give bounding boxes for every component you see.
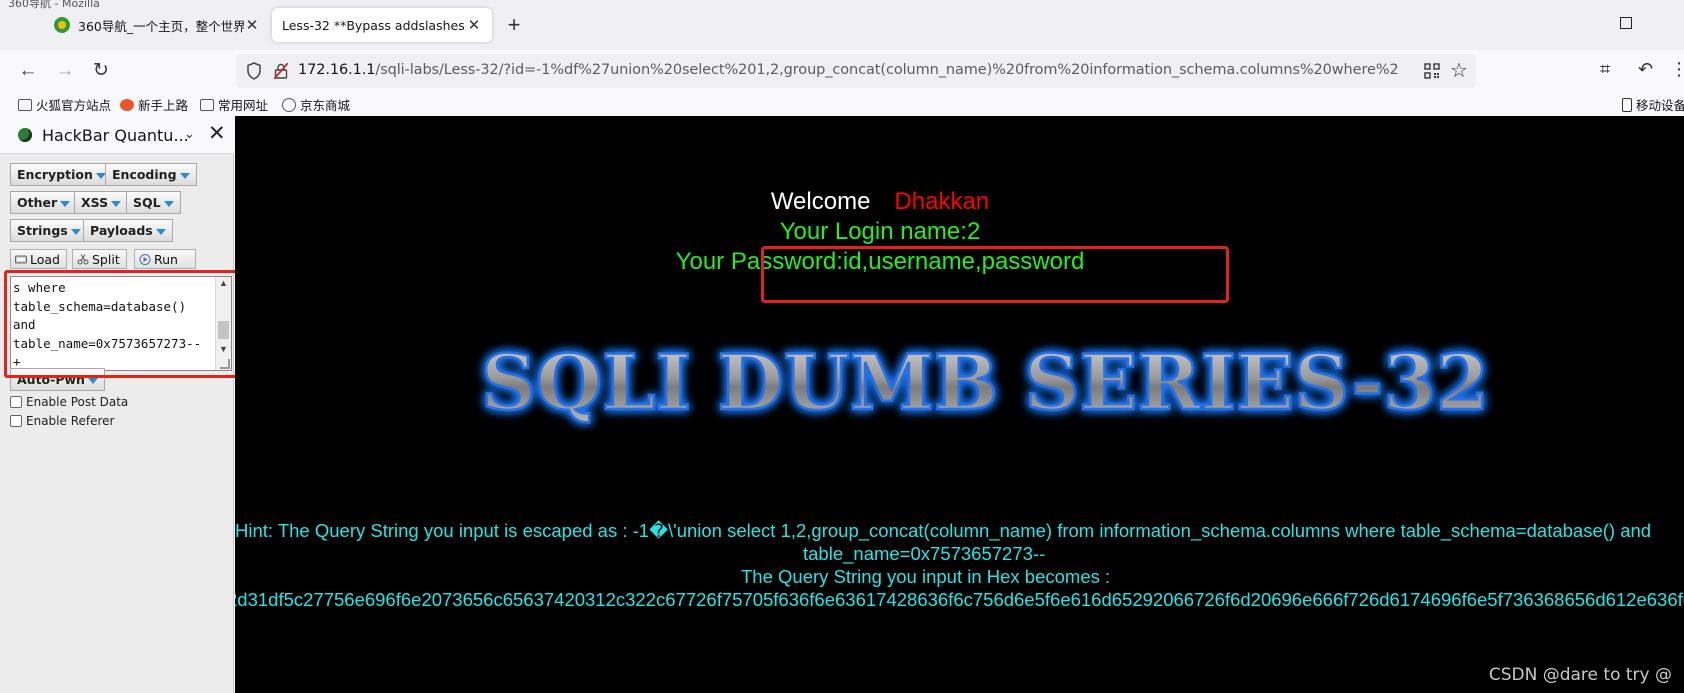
bookmark-item[interactable]: 常用网址	[200, 95, 268, 114]
enable-referer-checkbox[interactable]: Enable Referer	[10, 414, 114, 428]
menu-label: Other	[17, 195, 58, 210]
url-path: /sqli-labs/Less-32/?id=-1%df%27union%20s…	[375, 62, 1398, 78]
xss-menu[interactable]: XSS	[74, 191, 129, 214]
menu-label: Strings	[17, 223, 68, 238]
undo-arrow-icon[interactable]: ↶	[1638, 59, 1653, 80]
sqli-dumb-series-banner: SQLI DUMB SERIES-32	[480, 337, 1490, 429]
dropdown-arrow-icon	[87, 377, 98, 384]
bookmark-label: 常用网址	[218, 98, 269, 113]
dropdown-arrow-icon	[179, 172, 190, 179]
url-bar[interactable]: 172.16.1.1/sqli-labs/Less-32/?id=-1%df%2…	[236, 54, 1476, 88]
load-url-icon	[15, 255, 27, 264]
action-label: Run	[154, 252, 178, 267]
action-label: Split	[92, 252, 120, 267]
sql-menu[interactable]: SQL	[126, 191, 181, 214]
folder-icon	[200, 98, 214, 111]
bookmarks-toolbar: 火狐官方站点 新手上路 常用网址 京东商城 移动设备	[0, 92, 1684, 116]
forward-arrow-icon[interactable]: →	[52, 58, 78, 84]
page-content: Welcome Dhakkan Your Login name:2 Your Pa…	[235, 116, 1684, 693]
tab-label: 360导航_一个主页，整个世界	[78, 18, 244, 34]
encryption-menu[interactable]: Encryption	[10, 163, 113, 186]
hint-line: table_name=0x7573657273--	[803, 543, 1046, 564]
hint-line: Hint: The Query String you input is esca…	[235, 520, 1652, 541]
dropdown-arrow-icon	[60, 200, 71, 207]
scissors-icon	[77, 254, 89, 265]
dropdown-arrow-icon	[70, 228, 81, 235]
checkbox[interactable]	[10, 415, 22, 427]
firefox-icon	[120, 98, 134, 111]
sidebar-title[interactable]: HackBar Quantu...	[42, 126, 189, 145]
tab-label: Less-32 **Bypass addslashes()**	[282, 17, 466, 33]
screenshot-crop-icon[interactable]: ⌗	[1600, 59, 1610, 80]
maximize-window-icon[interactable]	[1620, 17, 1632, 29]
action-label: Load	[30, 252, 60, 267]
tracking-shield-icon[interactable]	[246, 62, 262, 80]
mobile-device-icon	[1622, 97, 1632, 112]
navigation-toolbar: ← → ↻ 172.16.1.1/sqli-labs/Less-32/?id=-…	[0, 50, 1684, 92]
csdn-watermark: CSDN @dare to try @	[1488, 665, 1672, 685]
welcome-text: Welcome	[770, 188, 871, 215]
url-text[interactable]: 172.16.1.1/sqli-labs/Less-32/?id=-1%df%2…	[298, 62, 1398, 78]
tab-strip: 360导航 - Mozilla 360导航_一个主页，整个世界 ✕ Less-3…	[0, 0, 1684, 50]
hackbar-logo-icon	[18, 128, 32, 142]
bookmark-label: 新手上路	[138, 98, 189, 113]
welcome-line: Welcome Dhakkan	[235, 188, 1525, 216]
tab-close-icon[interactable]: ✕	[244, 16, 260, 34]
login-name-text: Your Login name:2	[779, 218, 981, 245]
new-tab-plus-icon[interactable]: +	[502, 11, 526, 39]
checkbox-label: Enable Referer	[26, 414, 115, 428]
back-arrow-icon[interactable]: ←	[15, 58, 41, 84]
annotation-highlight-box	[761, 246, 1229, 303]
menu-label: Encryption	[17, 167, 93, 182]
bookmark-star-icon[interactable]: ☆	[1450, 58, 1468, 83]
tab-less-32[interactable]: Less-32 **Bypass addslashes()** ✕	[272, 8, 492, 42]
chevron-down-icon[interactable]: ⌄	[184, 126, 195, 142]
split-url-button[interactable]: Split	[72, 249, 127, 269]
bookmark-item[interactable]: 京东商城	[282, 95, 350, 114]
user-name: Dhakkan	[894, 188, 990, 215]
dropdown-arrow-icon	[155, 228, 166, 235]
bookmark-item[interactable]: 火狐官方站点	[18, 95, 111, 114]
bookmark-label: 火狐官方站点	[36, 98, 112, 113]
bookmark-label: 移动设备	[1636, 98, 1684, 113]
other-menu[interactable]: Other	[10, 191, 78, 214]
reload-icon[interactable]: ↻	[88, 58, 114, 84]
encoding-menu[interactable]: Encoding	[105, 163, 197, 186]
globe-icon	[282, 97, 296, 112]
load-url-button[interactable]: Load	[10, 249, 67, 269]
sidebar-header: HackBar Quantu... ⌄ ✕	[0, 116, 234, 154]
insecure-lock-icon[interactable]	[274, 63, 288, 79]
hex-string: 2d31df5c27756e696f6e2073656c65637420312c…	[235, 589, 1684, 610]
close-sidebar-icon[interactable]: ✕	[208, 121, 226, 146]
extensions-icon[interactable]: ⋮	[1670, 59, 1684, 80]
bookmark-label: 京东商城	[300, 98, 351, 113]
url-host: 172.16.1.1	[298, 62, 376, 78]
checkbox[interactable]	[10, 396, 22, 408]
banner-text: SQLI DUMB SERIES-32	[481, 338, 1489, 427]
dropdown-arrow-icon	[163, 200, 174, 207]
checkbox-label: Enable Post Data	[26, 395, 129, 409]
annotation-highlight-box	[4, 270, 257, 378]
dropdown-arrow-icon	[111, 200, 122, 207]
tab-close-icon[interactable]: ✕	[466, 16, 482, 34]
execute-button[interactable]: Run	[134, 249, 196, 269]
menu-label: SQL	[133, 195, 161, 210]
menu-label: XSS	[81, 195, 109, 210]
qr-code-icon[interactable]	[1424, 63, 1440, 79]
menu-label: Encoding	[112, 167, 177, 182]
hint-line: The Query String you input in Hex become…	[741, 566, 1111, 587]
folder-icon	[18, 98, 32, 111]
strings-menu[interactable]: Strings	[10, 219, 88, 242]
payloads-menu[interactable]: Payloads	[83, 219, 173, 242]
bookmark-item[interactable]: 新手上路	[120, 95, 188, 114]
360-favicon-icon	[54, 17, 70, 33]
play-icon	[139, 254, 151, 265]
enable-post-data-checkbox[interactable]: Enable Post Data	[10, 395, 128, 409]
menu-label: Payloads	[90, 223, 153, 238]
tab-360[interactable]: 360导航_一个主页，整个世界 ✕	[44, 8, 270, 42]
mobile-bookmarks[interactable]: 移动设备	[1622, 95, 1684, 114]
hackbar-sidebar: HackBar Quantu... ⌄ ✕ Encryption Encodin…	[0, 116, 234, 693]
